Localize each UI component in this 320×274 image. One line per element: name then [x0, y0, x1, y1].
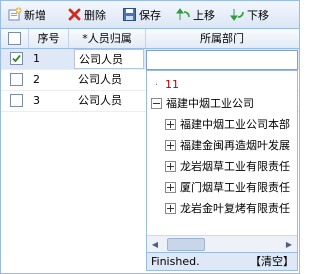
save-label: 保存 [139, 8, 161, 22]
tree-node-root[interactable]: · 11 [152, 75, 179, 94]
expand-icon[interactable] [165, 203, 176, 214]
move-down-icon [230, 9, 244, 21]
row-no: 3 [33, 94, 40, 107]
expand-icon[interactable] [165, 140, 176, 151]
grid-header: 序号 *人员归属 所属部门 [1, 29, 299, 49]
row-person-type[interactable]: 公司人员 [74, 49, 144, 69]
check-icon [12, 54, 21, 63]
select-all-checkbox[interactable] [8, 32, 21, 45]
save-icon [123, 8, 136, 21]
row-no: 1 [33, 52, 40, 65]
move-up-label: 上移 [193, 8, 215, 22]
expand-icon[interactable] [165, 119, 176, 130]
row-person-type[interactable]: 公司人员 [78, 91, 144, 111]
tree-node-child[interactable]: 福建金闽再造烟叶发展 [165, 136, 290, 155]
scroll-thumb[interactable] [167, 238, 205, 251]
department-dropdown: · 11 福建中烟工业公司 福建中烟工业公司本部 福建金闽再造烟叶发展 龙岩烟草… [146, 70, 298, 271]
move-down-button[interactable]: 下移 [230, 6, 269, 23]
tree-node-label: 龙岩烟草工业有限责任 [180, 160, 290, 173]
tree-node-label: 厦门烟草工业有限责任 [180, 181, 290, 194]
header-person-type[interactable]: *人员归属 [69, 29, 146, 48]
header-department[interactable]: 所属部门 [146, 29, 298, 48]
expand-icon[interactable] [165, 161, 176, 172]
tree-node-label: 福建中烟工业公司本部 [180, 118, 290, 131]
tree-node-label: 福建中烟工业公司 [166, 97, 254, 110]
tree-node-label: 11 [165, 78, 179, 91]
status-text: Finished. [151, 255, 200, 268]
scroll-left-icon[interactable]: ◀ [147, 236, 163, 252]
tree-node-company[interactable]: 福建中烟工业公司 [151, 94, 254, 113]
row-no: 2 [33, 73, 40, 86]
row-checkbox[interactable] [10, 94, 23, 107]
tree-node-child[interactable]: 厦门烟草工业有限责任 [165, 178, 290, 197]
add-icon [8, 7, 22, 21]
select-all-cell [1, 29, 29, 48]
department-input[interactable] [146, 50, 298, 70]
row-checkbox[interactable] [10, 73, 23, 86]
move-up-icon [176, 8, 190, 20]
expand-icon[interactable] [165, 182, 176, 193]
clear-button[interactable]: 【清空】 [250, 253, 294, 270]
grid-panel: 新增 删除 保存 上移 下移 序号 *人员归属 所属部门 1 公司人员 2 公司… [0, 0, 300, 274]
delete-label: 删除 [84, 8, 106, 22]
move-down-label: 下移 [247, 8, 269, 22]
dropdown-status-bar: Finished. 【清空】 [147, 252, 297, 270]
tree-node-label: 福建金闽再造烟叶发展 [180, 139, 290, 152]
move-up-button[interactable]: 上移 [176, 6, 215, 23]
save-button[interactable]: 保存 [122, 6, 161, 23]
scroll-right-icon[interactable]: ▶ [281, 236, 297, 252]
row-person-type[interactable]: 公司人员 [78, 70, 144, 90]
horizontal-scrollbar[interactable]: ◀ ▶ [147, 235, 297, 252]
add-button[interactable]: 新增 [7, 6, 46, 23]
tree-node-child[interactable]: 龙岩金叶复烤有限责任 [165, 199, 290, 218]
collapse-icon[interactable] [151, 98, 162, 109]
toolbar: 新增 删除 保存 上移 下移 [1, 1, 299, 29]
delete-icon [68, 8, 81, 21]
tree-node-child[interactable]: 福建中烟工业公司本部 [165, 115, 290, 134]
department-tree: · 11 福建中烟工业公司 福建中烟工业公司本部 福建金闽再造烟叶发展 龙岩烟草… [147, 71, 297, 231]
tree-node-label: 龙岩金叶复烤有限责任 [180, 202, 290, 215]
tree-node-child[interactable]: 龙岩烟草工业有限责任 [165, 157, 290, 176]
tree-leaf-dot: · [154, 78, 159, 91]
add-label: 新增 [24, 8, 46, 22]
delete-button[interactable]: 删除 [67, 6, 106, 23]
row-checkbox[interactable] [10, 52, 23, 65]
header-no[interactable]: 序号 [29, 29, 69, 48]
